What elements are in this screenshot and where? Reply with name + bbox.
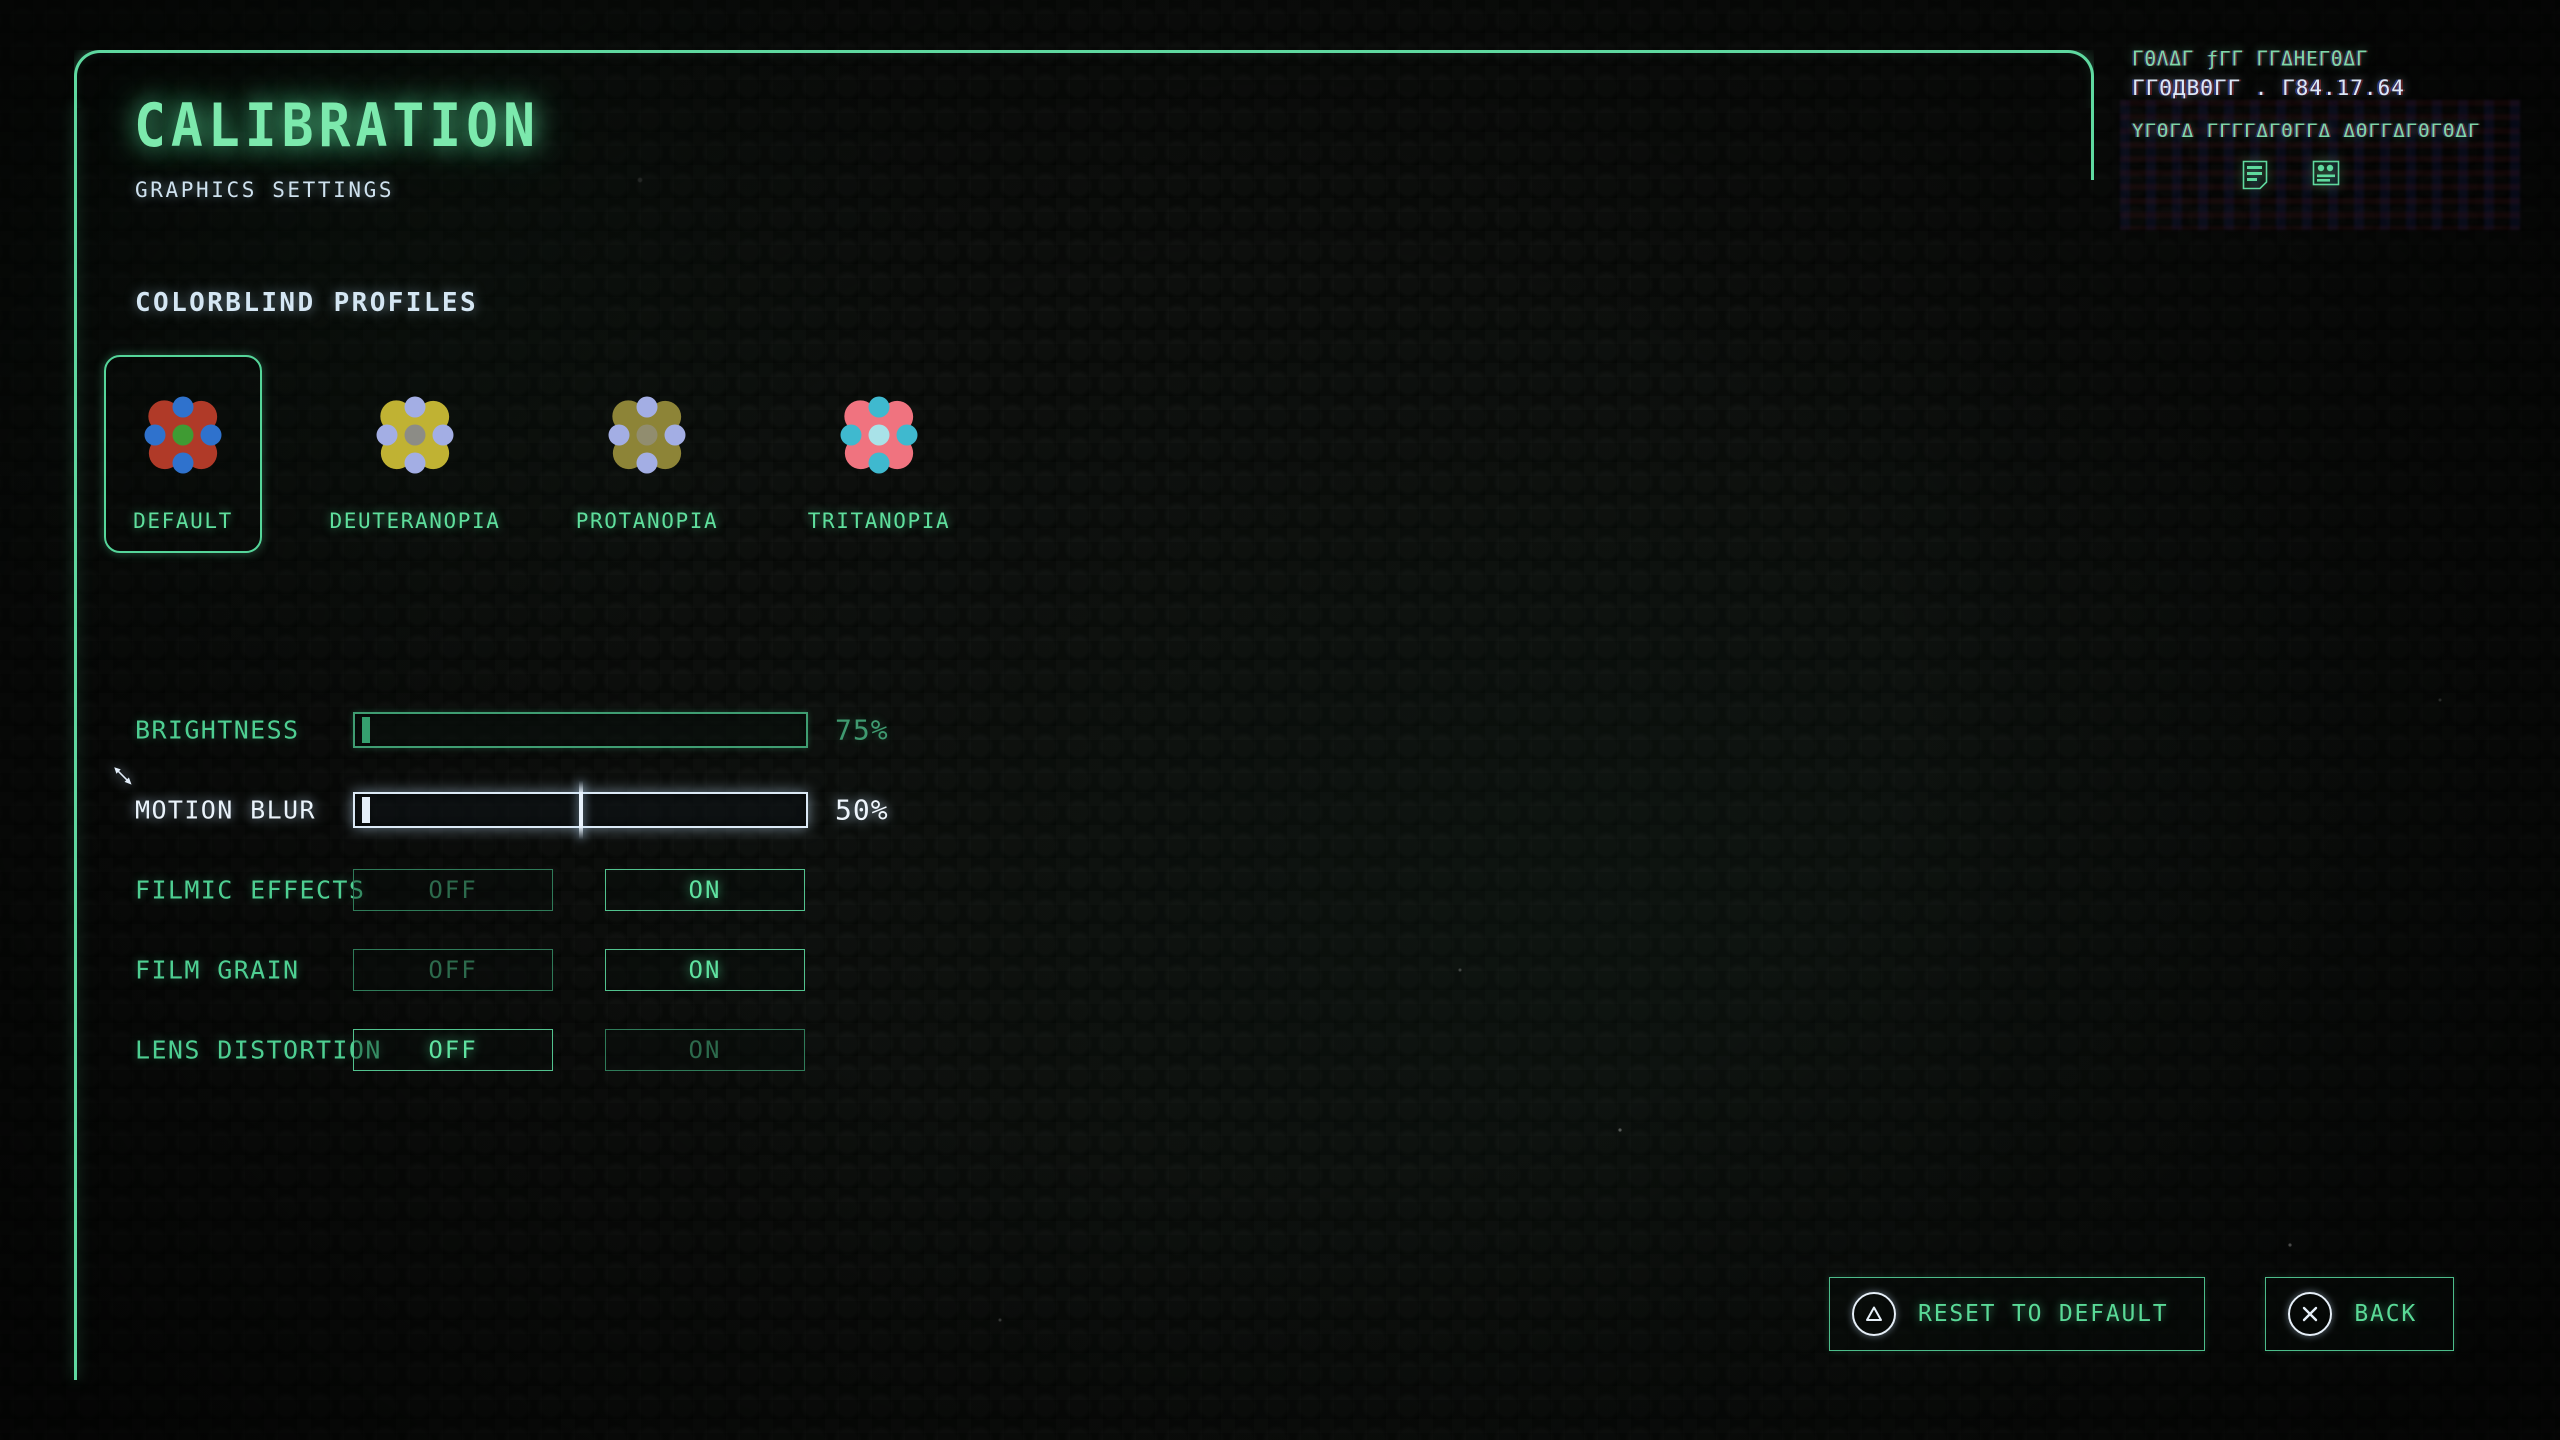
lens-distortion-off-button[interactable]: OFF <box>353 1029 553 1071</box>
back-button[interactable]: BACK <box>2265 1277 2454 1351</box>
setting-label: FILM GRAIN <box>135 955 300 985</box>
profile-card-protanopia[interactable]: PROTANOPIA <box>568 355 726 553</box>
film-grain-on-button[interactable]: ON <box>605 949 805 991</box>
setting-label: MOTION BLUR <box>135 795 316 825</box>
settings-list: BRIGHTNESS 75% MOTION BLUR 50% FILMIC EF… <box>135 690 1135 1090</box>
reset-to-default-button[interactable]: RESET TO DEFAULT <box>1829 1277 2206 1351</box>
hud-line-2: ГΓΘДΒΘΓГ . Γ84.17.64 <box>2132 76 2405 100</box>
triangle-button-icon <box>1852 1292 1897 1336</box>
setting-label: BRIGHTNESS <box>135 715 300 745</box>
page-subtitle: GRAPHICS SETTINGS <box>135 178 395 202</box>
setting-label: LENS DISTORTION <box>135 1035 382 1065</box>
hud-status-block: ΓΘΛΔΓ ƒГΓ ΓΓΔΗЕГΘΔΓ ГΓΘДΒΘΓГ . Γ84.17.64… <box>2132 47 2502 190</box>
filmic-effects-on-button[interactable]: ON <box>605 869 805 911</box>
game-settings-screen: CALIBRATION GRAPHICS SETTINGS COLORBLIND… <box>0 0 2560 1440</box>
profile-card-default[interactable]: DEFAULT <box>104 355 262 553</box>
setting-label: FILMIC EFFECTS <box>135 875 366 905</box>
slider-fill <box>358 797 578 823</box>
panel-frame-left <box>74 105 77 1380</box>
cross-button-icon <box>2288 1292 2333 1336</box>
prompt-label: RESET TO DEFAULT <box>1918 1301 2169 1327</box>
colorblind-swatch-icon <box>595 383 699 487</box>
lens-distortion-on-button[interactable]: ON <box>605 1029 805 1071</box>
prompt-label: BACK <box>2354 1301 2417 1327</box>
motion-blur-slider[interactable] <box>353 781 808 839</box>
page-title: CALIBRATION <box>134 92 540 161</box>
slider-handle[interactable] <box>578 781 583 839</box>
colorblind-swatch-icon <box>131 383 235 487</box>
slider-value: 75% <box>835 713 889 747</box>
profile-label: PROTANOPIA <box>575 509 719 533</box>
colorblind-swatch-icon <box>363 383 467 487</box>
setting-row-brightness[interactable]: BRIGHTNESS 75% <box>135 690 1135 770</box>
button-prompt-bar: RESET TO DEFAULT BACK <box>1829 1277 2454 1351</box>
film-grain-off-button[interactable]: OFF <box>353 949 553 991</box>
colorblind-profile-list: DEFAULT DEUTERANOPIA PROTANOPIA TRITANOP… <box>104 355 1032 553</box>
section-heading-colorblind: COLORBLIND PROFILES <box>135 288 479 318</box>
profile-card-deuteranopia[interactable]: DEUTERANOPIA <box>330 355 499 553</box>
hud-line-1: ΓΘΛΔΓ ƒГΓ ΓΓΔΗЕГΘΔΓ <box>2132 47 2369 71</box>
profile-label: DEUTERANOPIA <box>329 509 501 533</box>
profile-card-icon[interactable] <box>2312 160 2340 190</box>
setting-row-motion-blur[interactable]: MOTION BLUR 50% <box>135 770 1135 850</box>
hud-line-3: ΥГΘΓΔ ΓГΓΓΔΓΘΓΓΔ ΔΘΓΓΔΓΘΓΘΔΓ <box>2132 120 2481 142</box>
filmic-effects-off-button[interactable]: OFF <box>353 869 553 911</box>
mouse-cursor-icon <box>111 764 137 790</box>
setting-row-filmic-effects[interactable]: FILMIC EFFECTS OFF ON <box>135 850 1135 930</box>
slider-fill <box>358 717 691 743</box>
setting-row-film-grain[interactable]: FILM GRAIN OFF ON <box>135 930 1135 1010</box>
profile-label: TRITANOPIA <box>807 509 951 533</box>
colorblind-swatch-icon <box>827 383 931 487</box>
slider-value: 50% <box>835 793 889 827</box>
profile-card-tritanopia[interactable]: TRITANOPIA <box>800 355 958 553</box>
hud-icon-row <box>2132 160 2502 190</box>
setting-row-lens-distortion[interactable]: LENS DISTORTION OFF ON <box>135 1010 1135 1090</box>
brightness-slider[interactable] <box>353 712 808 748</box>
profile-label: DEFAULT <box>133 509 233 533</box>
document-lines-icon[interactable] <box>2242 160 2268 190</box>
